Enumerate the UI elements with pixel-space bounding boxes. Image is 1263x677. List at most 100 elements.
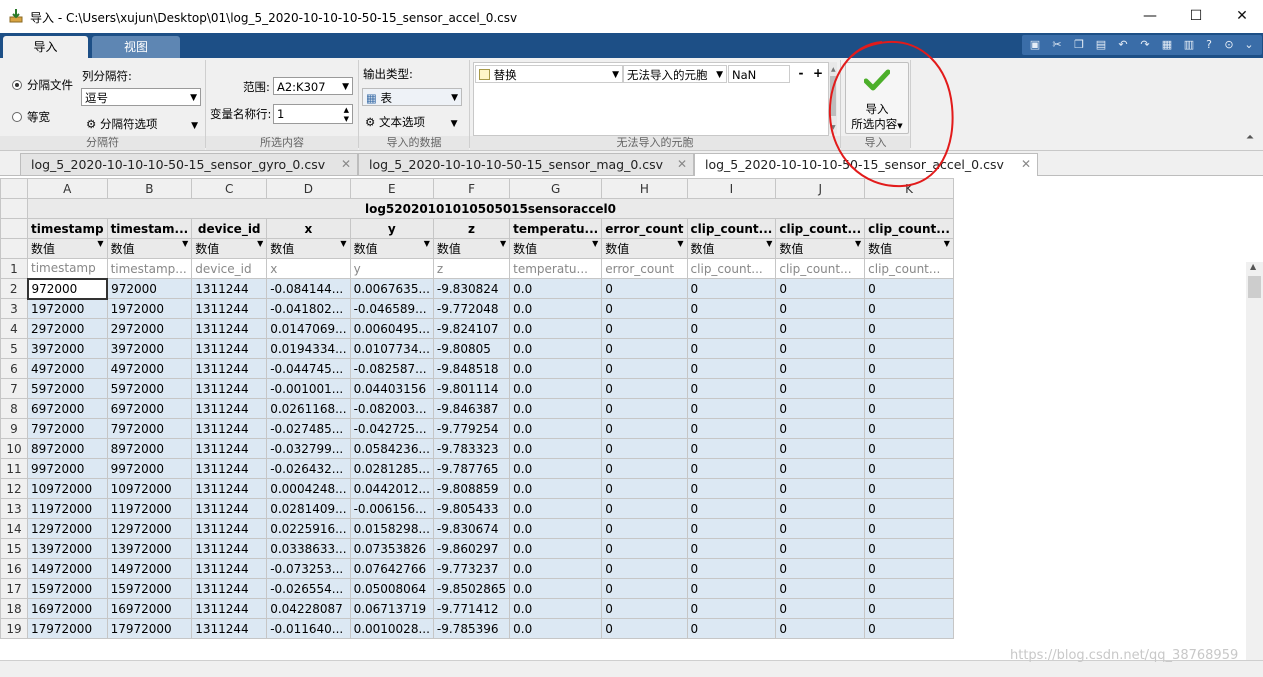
data-cell[interactable]: 0	[775, 298, 866, 319]
variable-name[interactable]: clip_count...	[686, 218, 777, 239]
data-cell[interactable]: 17972000	[106, 618, 193, 639]
data-cell[interactable]: 0	[601, 458, 688, 479]
data-cell[interactable]: -9.848518	[432, 358, 511, 379]
data-cell[interactable]: 0.0158298...	[349, 518, 434, 539]
data-cell[interactable]: 3972000	[27, 338, 108, 359]
data-cell[interactable]: 0.0442012...	[349, 478, 434, 499]
data-cell[interactable]: 11972000	[27, 498, 108, 519]
data-cell[interactable]: -0.042725...	[349, 418, 434, 439]
data-cell[interactable]: 9972000	[106, 458, 193, 479]
column-header-d[interactable]: D	[266, 178, 351, 199]
data-cell[interactable]: 0	[775, 558, 866, 579]
data-cell[interactable]: 1311244	[191, 578, 268, 599]
data-cell[interactable]: -9.783323	[432, 438, 511, 459]
data-cell[interactable]: 0	[864, 518, 954, 539]
data-cell[interactable]: 972000	[26, 277, 109, 300]
column-header-c[interactable]: C	[191, 178, 268, 199]
data-cell[interactable]: 0.04403156	[349, 378, 434, 399]
data-cell[interactable]: 8972000	[27, 438, 108, 459]
data-cell[interactable]: 12972000	[106, 518, 193, 539]
header-row-cell[interactable]: error_count	[601, 258, 688, 279]
data-cell[interactable]: 0	[775, 458, 866, 479]
switch-windows-icon[interactable]: ▦	[1160, 39, 1174, 51]
variable-type-dropdown[interactable]: 数值 ▼	[27, 238, 108, 259]
layout-icon[interactable]: ▥	[1182, 39, 1196, 51]
variable-type-dropdown[interactable]: 数值 ▼	[191, 238, 268, 259]
data-cell[interactable]: 15972000	[27, 578, 108, 599]
variable-name[interactable]: clip_count...	[775, 218, 866, 239]
header-row-cell[interactable]: clip_count...	[775, 258, 866, 279]
vertical-scrollbar[interactable]: ▲	[1246, 262, 1263, 660]
data-cell[interactable]: 0	[775, 398, 866, 419]
data-cell[interactable]: 0	[864, 498, 954, 519]
help-icon[interactable]: ?	[1202, 39, 1216, 51]
data-cell[interactable]: 0	[775, 438, 866, 459]
header-row-cell[interactable]: clip_count...	[864, 258, 954, 279]
data-cell[interactable]: 0.0	[509, 498, 603, 519]
data-cell[interactable]: 0.0	[509, 418, 603, 439]
data-cell[interactable]: 0	[864, 418, 954, 439]
data-cell[interactable]: -0.032799...	[266, 438, 351, 459]
data-cell[interactable]: 0.0	[509, 298, 603, 319]
data-cell[interactable]: 4972000	[27, 358, 108, 379]
data-cell[interactable]: 16972000	[106, 598, 193, 619]
data-cell[interactable]: -9.773237	[432, 558, 511, 579]
data-cell[interactable]: -0.027485...	[266, 418, 351, 439]
data-cell[interactable]: -0.044745...	[266, 358, 351, 379]
data-cell[interactable]: 13972000	[106, 538, 193, 559]
header-row-cell[interactable]: device_id	[191, 258, 268, 279]
data-cell[interactable]: 0	[601, 498, 688, 519]
data-cell[interactable]: -9.830674	[432, 518, 511, 539]
data-cell[interactable]: 0.0010028...	[349, 618, 434, 639]
data-cell[interactable]: 0	[775, 518, 866, 539]
data-cell[interactable]: 1311244	[191, 438, 268, 459]
output-type-dropdown[interactable]: ▦ 表 ▼	[362, 88, 462, 106]
data-cell[interactable]: 0	[601, 378, 688, 399]
data-cell[interactable]: 1311244	[191, 538, 268, 559]
close-icon[interactable]: ✕	[341, 154, 351, 175]
variable-name[interactable]: y	[349, 218, 434, 239]
data-cell[interactable]: 0	[775, 318, 866, 339]
data-cell[interactable]: -0.046589...	[349, 298, 434, 319]
data-cell[interactable]: 0.0	[509, 578, 603, 599]
data-cell[interactable]: 1311244	[191, 378, 268, 399]
column-header-a[interactable]: A	[27, 178, 108, 199]
data-cell[interactable]: 0.07353826	[349, 538, 434, 559]
data-cell[interactable]: 0	[775, 378, 866, 399]
chevron-down-icon[interactable]: ⌄	[1242, 39, 1256, 51]
variable-type-dropdown[interactable]: 数值 ▼	[864, 238, 954, 259]
data-cell[interactable]: -0.026554...	[266, 578, 351, 599]
variable-type-dropdown[interactable]: 数值 ▼	[106, 238, 193, 259]
data-cell[interactable]: 1311244	[191, 498, 268, 519]
data-cell[interactable]: 0.06713719	[349, 598, 434, 619]
paste-icon[interactable]: ▤	[1094, 39, 1108, 51]
delim-options-button[interactable]: ⚙ 分隔符选项 ▼	[86, 116, 198, 132]
data-cell[interactable]: 5972000	[27, 378, 108, 399]
column-header-b[interactable]: B	[106, 178, 193, 199]
data-cell[interactable]: 0.0338633...	[266, 538, 351, 559]
scroll-up-icon[interactable]: ▲	[1250, 262, 1256, 271]
data-cell[interactable]: 0.0225916...	[266, 518, 351, 539]
data-cell[interactable]: -9.805433	[432, 498, 511, 519]
data-cell[interactable]: 0.05008064	[349, 578, 434, 599]
data-cell[interactable]: 0	[864, 618, 954, 639]
data-cell[interactable]: 0.07642766	[349, 558, 434, 579]
data-cell[interactable]: -0.011640...	[266, 618, 351, 639]
data-cell[interactable]: 0	[775, 338, 866, 359]
data-cell[interactable]: 0	[864, 378, 954, 399]
data-cell[interactable]: 0	[686, 578, 777, 599]
undo-icon[interactable]: ↶	[1116, 39, 1130, 51]
data-cell[interactable]: 0.0261168...	[266, 398, 351, 419]
varname-row-spinner[interactable]: 1 ▲ ▼	[273, 104, 353, 124]
data-cell[interactable]: 0	[775, 538, 866, 559]
data-cell[interactable]: 0	[775, 478, 866, 499]
data-cell[interactable]: 0.04228087	[266, 598, 351, 619]
data-cell[interactable]: 6972000	[27, 398, 108, 419]
data-cell[interactable]: 8972000	[106, 438, 193, 459]
data-cell[interactable]: 0	[775, 358, 866, 379]
variable-name[interactable]: z	[432, 218, 511, 239]
data-cell[interactable]: 0.0	[509, 438, 603, 459]
data-cell[interactable]: 1972000	[27, 298, 108, 319]
data-cell[interactable]: 0	[864, 558, 954, 579]
data-cell[interactable]: 0	[775, 278, 866, 299]
